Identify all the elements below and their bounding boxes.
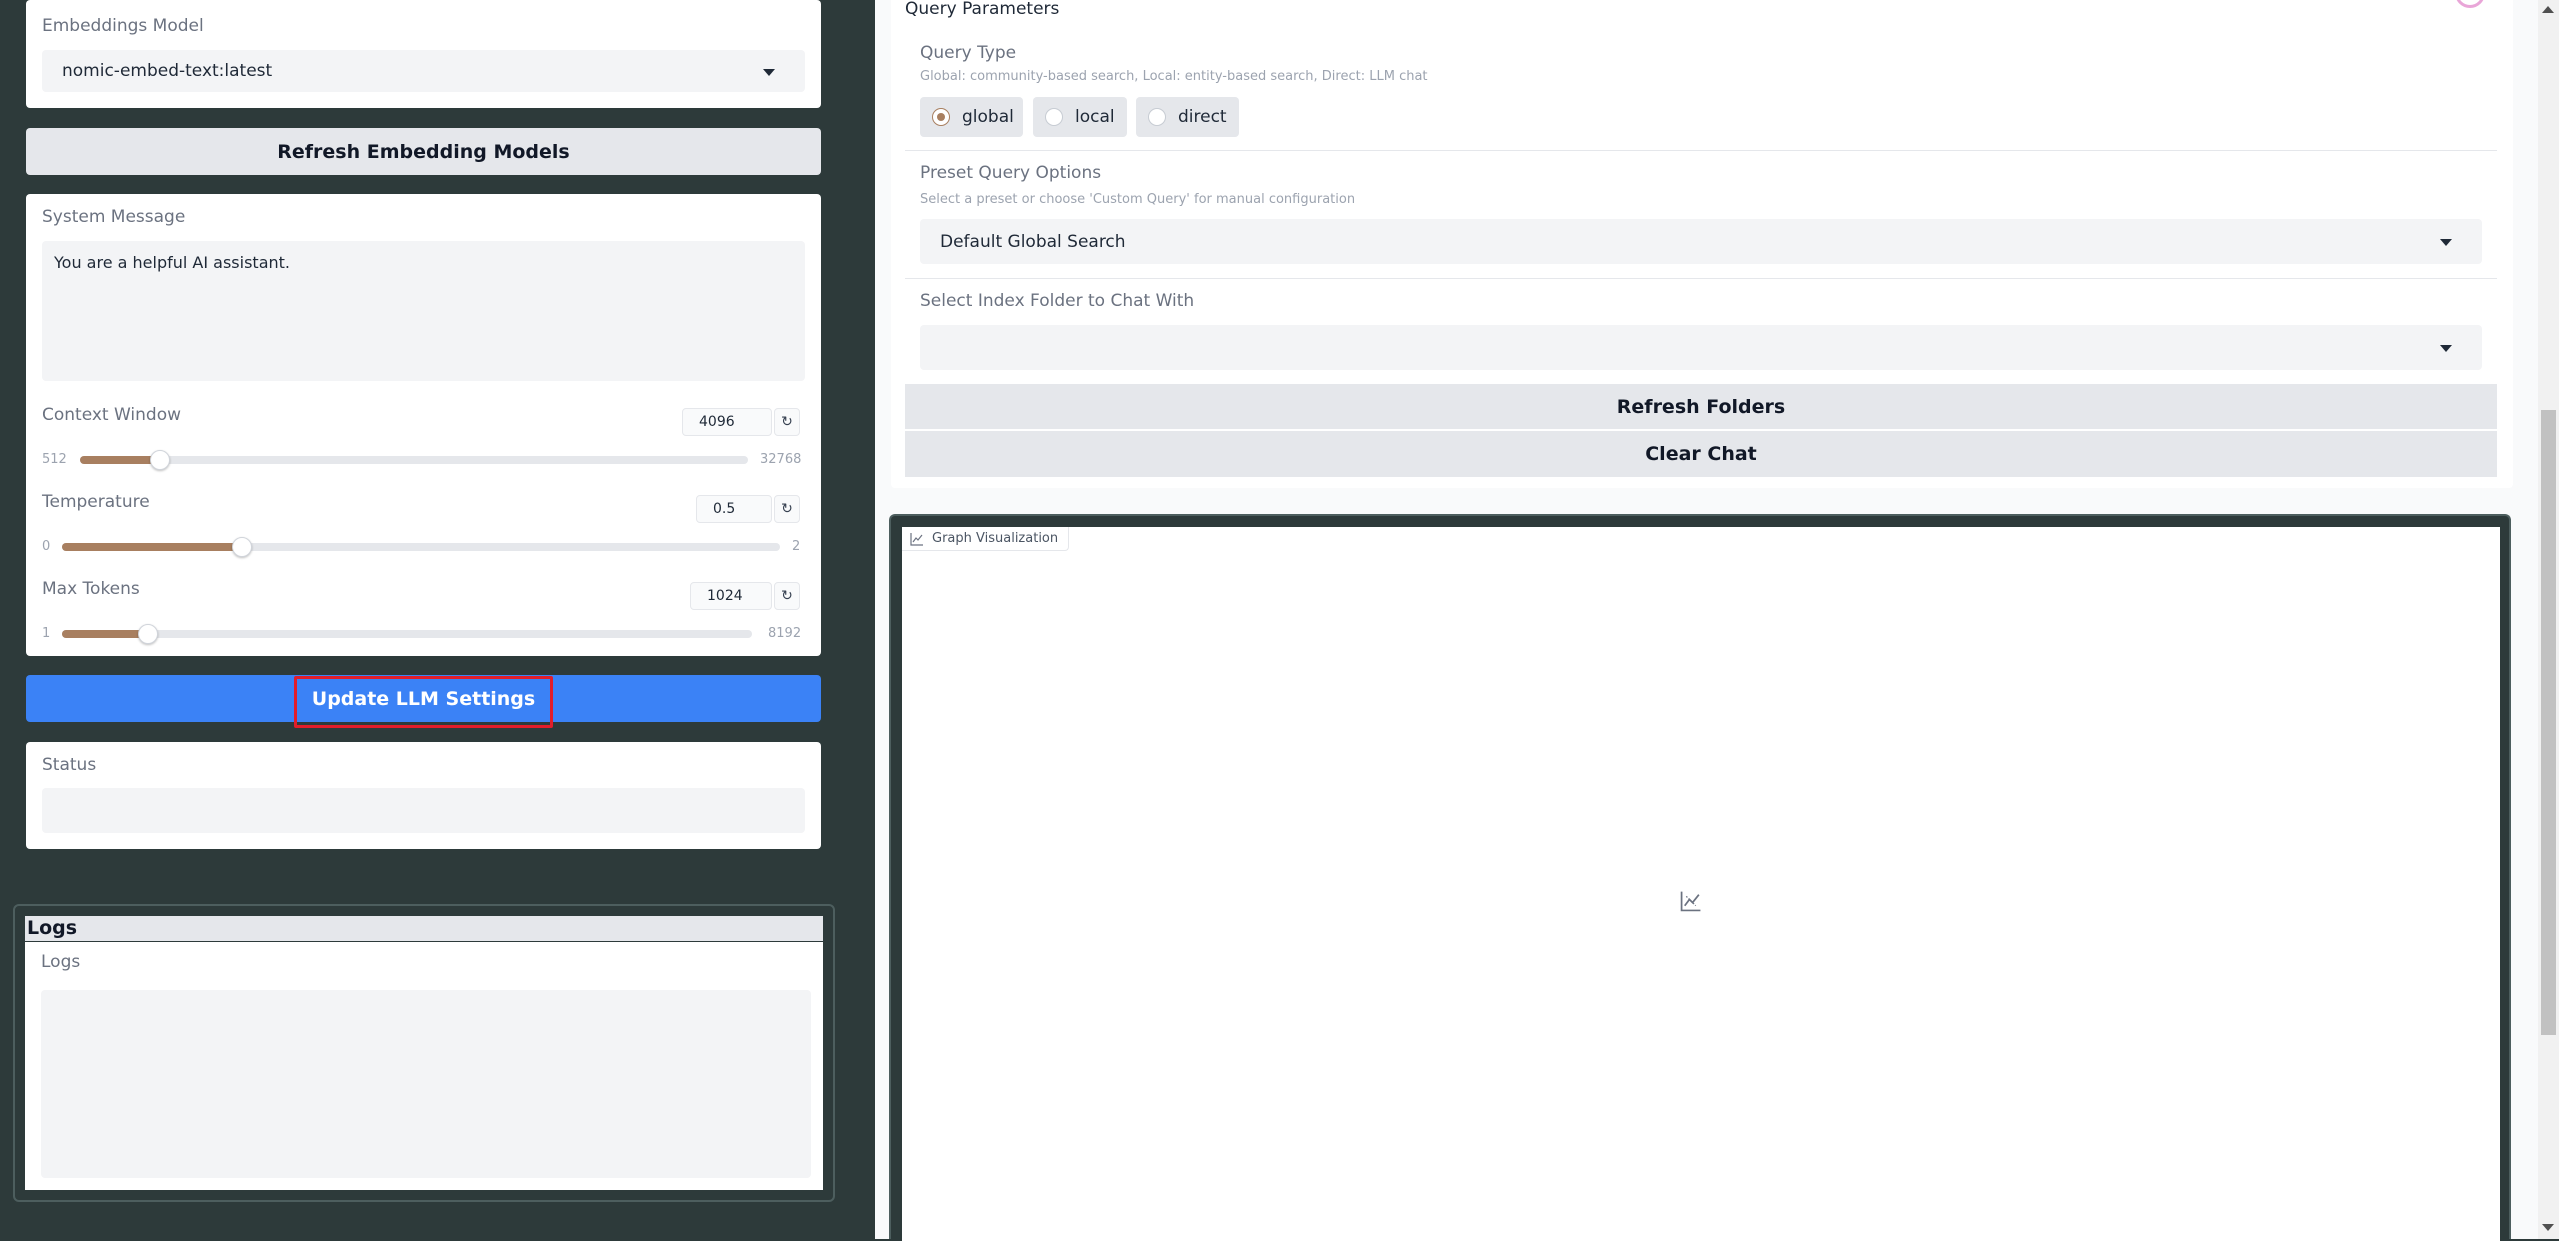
context-window-reset-button[interactable]: ↻ [774, 408, 800, 436]
query-type-label: Query Type [920, 43, 1017, 63]
logs-panel: Logs Logs [13, 904, 835, 1202]
refresh-folders-button[interactable]: Refresh Folders [905, 384, 2497, 429]
update-llm-settings-button[interactable]: Update LLM Settings [26, 675, 821, 722]
temperature-label: Temperature [42, 492, 150, 512]
chart-icon [910, 532, 923, 546]
preset-query-value: Default Global Search [940, 231, 1126, 252]
status-card: Status [26, 742, 821, 849]
radio-option-local-label: local [1075, 107, 1115, 127]
divider [905, 150, 2497, 151]
radio-option-local[interactable]: local [1033, 97, 1127, 137]
status-label: Status [42, 755, 97, 775]
page-scrollbar-thumb[interactable] [2541, 410, 2556, 1035]
embeddings-model-dropdown[interactable]: nomic-embed-text:latest [42, 50, 805, 92]
radio-option-global[interactable]: global [920, 97, 1023, 137]
system-message-label: System Message [42, 207, 186, 227]
divider [905, 278, 2497, 279]
reset-icon: ↻ [781, 588, 793, 604]
context-window-slider-thumb[interactable] [150, 450, 171, 470]
graph-visualization-tab-label: Graph Visualization [932, 531, 1059, 546]
chart-placeholder-icon [1680, 891, 1701, 912]
context-window-input[interactable]: 4096 [682, 408, 772, 436]
context-window-slider[interactable] [80, 450, 748, 470]
context-window-min: 512 [42, 452, 67, 467]
temperature-slider[interactable] [62, 537, 780, 557]
max-tokens-slider[interactable] [62, 624, 752, 644]
preset-query-hint: Select a preset or choose 'Custom Query'… [920, 192, 1356, 207]
query-parameters-title: Query Parameters [905, 0, 1060, 19]
radio-option-global-label: global [962, 107, 1014, 127]
logs-output [41, 990, 811, 1178]
temperature-input[interactable]: 0.5 [696, 495, 772, 523]
status-output [42, 788, 805, 833]
max-tokens-label: Max Tokens [42, 579, 140, 599]
clear-chat-button[interactable]: Clear Chat [905, 431, 2497, 477]
context-window-max: 32768 [760, 452, 802, 467]
logs-card: Logs [25, 942, 823, 1190]
radio-unchecked-icon [1045, 108, 1063, 126]
reset-icon: ↻ [781, 501, 793, 517]
embeddings-model-card: Embeddings Model nomic-embed-text:latest [26, 0, 821, 108]
radio-checked-icon [932, 108, 950, 126]
index-folder-dropdown[interactable] [920, 325, 2482, 370]
logs-header-title: Logs [27, 917, 78, 939]
system-message-textarea[interactable]: You are a helpful AI assistant. [42, 241, 805, 381]
chevron-down-icon [2440, 345, 2452, 352]
query-type-hint: Global: community-based search, Local: e… [920, 69, 1428, 84]
radio-option-direct[interactable]: direct [1136, 97, 1239, 137]
context-window-label: Context Window [42, 405, 182, 425]
max-tokens-input[interactable]: 1024 [690, 582, 772, 610]
max-tokens-slider-thumb[interactable] [138, 624, 159, 644]
index-folder-label: Select Index Folder to Chat With [920, 291, 1195, 311]
temperature-slider-thumb[interactable] [231, 537, 252, 557]
temperature-max: 2 [792, 539, 801, 554]
query-parameters-card: Query Parameters Query Type Global: comm… [891, 0, 2513, 488]
temperature-min: 0 [42, 539, 51, 554]
logs-label: Logs [41, 952, 81, 972]
embeddings-model-value: nomic-embed-text:latest [62, 61, 273, 81]
reset-icon: ↻ [781, 414, 793, 430]
embeddings-model-label: Embeddings Model [42, 16, 204, 36]
llm-settings-card: System Message You are a helpful AI assi… [26, 194, 821, 656]
preset-query-dropdown[interactable]: Default Global Search [920, 219, 2482, 264]
chevron-down-icon [763, 69, 775, 76]
graph-visualization-panel: Graph Visualization [889, 514, 2511, 1241]
max-tokens-max: 8192 [768, 626, 802, 641]
preset-query-label: Preset Query Options [920, 163, 1102, 183]
logs-header: Logs [25, 916, 823, 941]
scroll-up-icon[interactable] [2542, 6, 2554, 13]
graph-visualization-tab[interactable]: Graph Visualization [902, 527, 1070, 551]
chevron-down-icon [2440, 239, 2452, 246]
max-tokens-reset-button[interactable]: ↻ [774, 582, 800, 610]
radio-unchecked-icon [1148, 108, 1166, 126]
refresh-embedding-models-button[interactable]: Refresh Embedding Models [26, 128, 821, 175]
max-tokens-min: 1 [42, 626, 51, 641]
scroll-down-icon[interactable] [2542, 1224, 2554, 1231]
graph-visualization-canvas[interactable]: Graph Visualization [902, 527, 2500, 1241]
radio-option-direct-label: direct [1178, 107, 1227, 127]
temperature-reset-button[interactable]: ↻ [774, 495, 800, 523]
